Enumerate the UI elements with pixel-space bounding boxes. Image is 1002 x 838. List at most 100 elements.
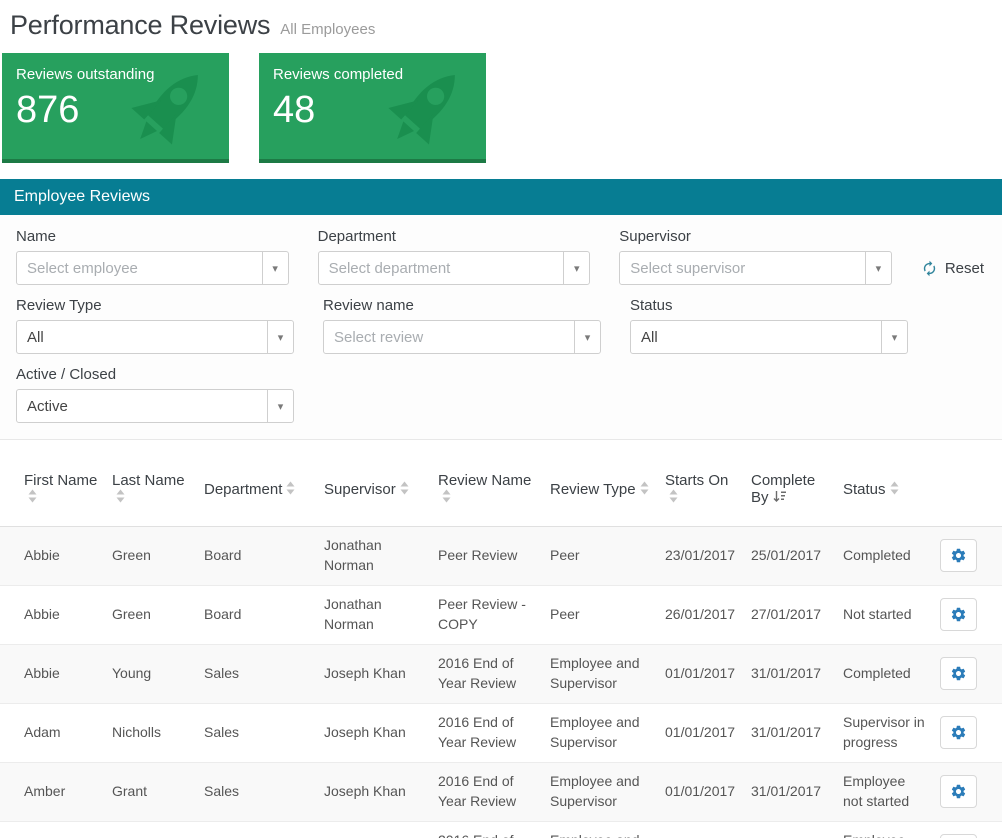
sort-icon	[669, 489, 678, 507]
cell-department: Board	[204, 526, 324, 586]
stat-card-completed: Reviews completed 48	[259, 53, 486, 163]
cell-status: Employee not started	[843, 821, 940, 838]
filter-row-2: Review Type All ▾ Review name Select rev…	[16, 297, 986, 354]
chevron-down-icon[interactable]: ▾	[267, 321, 293, 353]
chevron-down-icon[interactable]: ▾	[881, 321, 907, 353]
column-header-review-name[interactable]: Review Name	[438, 454, 550, 527]
cell-actions	[940, 526, 1002, 586]
stat-card-outstanding: Reviews outstanding 876	[2, 53, 229, 163]
filter-field-status: Status All ▾	[630, 297, 908, 354]
column-header-supervisor[interactable]: Supervisor	[324, 454, 438, 527]
cell-supervisor: Joseph Khan	[324, 644, 438, 704]
cell-review-name: 2016 End of Year Review	[438, 821, 550, 838]
filter-field-name: Name Select employee ▾	[16, 228, 289, 285]
column-header-starts-on[interactable]: Starts On	[665, 454, 751, 527]
sort-icon	[640, 481, 649, 499]
department-filter-select[interactable]: Select department ▾	[317, 251, 591, 285]
column-header-label: Review Type	[550, 480, 636, 498]
column-header-first-name[interactable]: First Name	[0, 454, 112, 527]
row-actions-button[interactable]	[940, 539, 977, 572]
cell-complete-by: 25/01/2017	[751, 526, 843, 586]
cell-supervisor: Louis Young	[324, 821, 438, 838]
row-actions-button[interactable]	[940, 657, 977, 690]
cell-first-name: Amy	[0, 821, 112, 838]
refresh-icon	[923, 260, 935, 276]
cell-review-type: Employee and Supervisor	[550, 762, 665, 822]
cell-status: Supervisor in progress	[843, 703, 940, 763]
column-header-label: Department	[204, 480, 283, 498]
cell-supervisor: Jonathan Norman	[324, 526, 438, 586]
gear-icon	[950, 783, 967, 800]
cell-review-type: Employee and Supervisor	[550, 644, 665, 704]
active-closed-filter-select[interactable]: Active ▾	[16, 389, 294, 423]
cell-starts-on: 01/01/2017	[665, 821, 751, 838]
cell-review-name: 2016 End of Year Review	[438, 703, 550, 763]
review-type-filter-select[interactable]: All ▾	[16, 320, 294, 354]
column-header-last-name[interactable]: Last Name	[112, 454, 204, 527]
column-header-label: Starts On	[665, 472, 729, 490]
filter-label: Department	[317, 228, 396, 245]
column-header-complete-by[interactable]: Complete By	[751, 454, 843, 527]
cell-actions	[940, 703, 1002, 763]
cell-last-name: Nicholls	[112, 703, 204, 763]
reset-filters-button[interactable]: Reset	[921, 251, 986, 285]
table-row: Amber Grant Sales Joseph Khan 2016 End of Ye…	[0, 762, 1002, 822]
table-row: Adam Nicholls Sales Joseph Khan 2016 End of …	[0, 703, 1002, 763]
panel-title: Employee Reviews	[14, 188, 151, 205]
chevron-down-icon[interactable]: ▾	[574, 321, 600, 353]
reviews-table-wrap: First Name Last Name Department Supervisor R…	[0, 454, 1002, 838]
cell-actions	[940, 585, 1002, 645]
filter-label: Supervisor	[619, 228, 691, 245]
cell-complete-by: 27/01/2017	[751, 585, 843, 645]
column-header-status[interactable]: Status	[843, 454, 940, 527]
column-header-department[interactable]: Department	[204, 454, 324, 527]
cell-department: Sales	[204, 703, 324, 763]
column-header-label: Review Name	[438, 472, 532, 490]
select-value: All	[641, 328, 658, 346]
cell-actions	[940, 821, 1002, 838]
column-header-review-type[interactable]: Review Type	[550, 454, 665, 527]
row-actions-button[interactable]	[940, 716, 977, 749]
row-actions-button[interactable]	[940, 834, 977, 838]
filter-field-active-closed: Active / Closed Active ▾	[16, 366, 294, 423]
sort-icon	[286, 481, 295, 499]
gear-icon	[950, 547, 967, 564]
row-actions-button[interactable]	[940, 775, 977, 808]
cell-review-type: Employee and Supervisor	[550, 703, 665, 763]
filter-field-review-type: Review Type All ▾	[16, 297, 294, 354]
cell-complete-by: 31/01/2017	[751, 703, 843, 763]
review-name-filter-select[interactable]: Select review ▾	[323, 320, 601, 354]
chevron-down-icon[interactable]: ▾	[864, 252, 891, 284]
chevron-down-icon[interactable]: ▾	[267, 390, 293, 422]
table-header-row: First Name Last Name Department Supervisor R…	[0, 454, 1002, 527]
cell-status: Completed	[843, 644, 940, 704]
cell-review-name: 2016 End of Year Review	[438, 762, 550, 822]
chevron-down-icon[interactable]: ▾	[261, 252, 288, 284]
column-header-label: First Name	[24, 472, 98, 490]
cell-last-name: Green	[112, 585, 204, 645]
select-value: Select supervisor	[630, 259, 746, 277]
select-value: All	[27, 328, 44, 346]
cell-last-name: Grant	[112, 762, 204, 822]
name-filter-select[interactable]: Select employee ▾	[16, 251, 289, 285]
cell-last-name: Green	[112, 526, 204, 586]
select-value: Active	[27, 397, 68, 415]
sort-icon	[442, 489, 451, 507]
page-subtitle: All Employees	[280, 21, 376, 38]
table-row: Abbie Green Board Jonathan Norman Peer Revie…	[0, 526, 1002, 586]
table-row: AmyEvansSalesLouis Young2016 End of Year…	[0, 821, 1002, 838]
cell-review-type: Peer	[550, 585, 665, 645]
column-header-label: Supervisor	[324, 480, 396, 498]
cell-first-name: Abbie	[0, 526, 112, 586]
status-filter-select[interactable]: All ▾	[630, 320, 908, 354]
row-actions-button[interactable]	[940, 598, 977, 631]
column-header-label: Last Name	[112, 472, 185, 490]
cell-department: Sales	[204, 644, 324, 704]
cell-review-name: Peer Review - COPY	[438, 585, 550, 645]
supervisor-filter-select[interactable]: Select supervisor ▾	[619, 251, 892, 285]
chevron-down-icon[interactable]: ▾	[563, 252, 590, 284]
filter-field-supervisor: Supervisor Select supervisor ▾	[619, 228, 892, 285]
filter-label: Review Type	[16, 297, 102, 314]
panel-header: Employee Reviews	[0, 179, 1002, 215]
filter-row-3: Active / Closed Active ▾	[16, 366, 986, 423]
